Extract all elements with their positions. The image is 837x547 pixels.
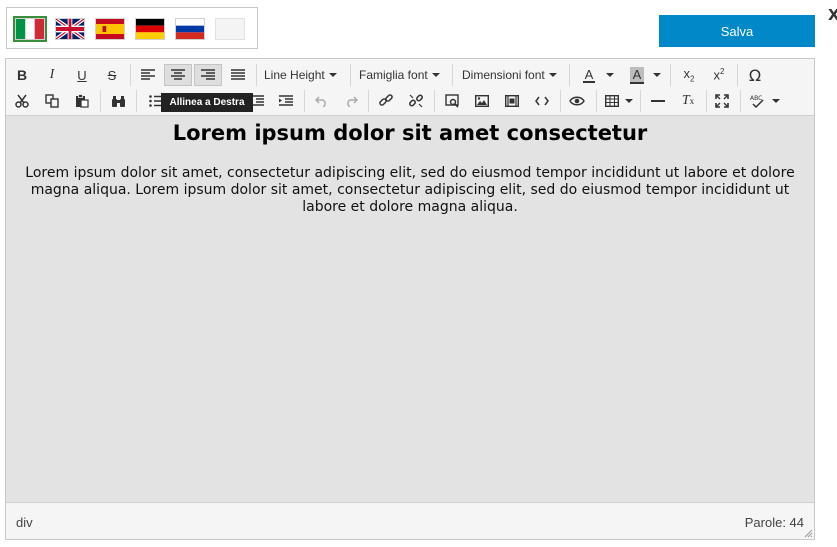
toolbar-row-1: B I U S Line Height Famiglia font Dimens… xyxy=(6,62,814,88)
horizontal-line-icon xyxy=(651,100,665,102)
redo-icon xyxy=(346,95,358,107)
preview-button[interactable] xyxy=(564,90,590,112)
insert-video-button[interactable] xyxy=(500,90,524,112)
fullscreen-icon xyxy=(715,94,729,108)
align-left-button[interactable] xyxy=(136,64,160,86)
table-icon xyxy=(605,95,619,107)
font-color-icon: A xyxy=(582,66,596,83)
find-replace-button[interactable] xyxy=(106,90,130,112)
underline-button[interactable]: U xyxy=(70,64,94,86)
insert-table-button[interactable] xyxy=(601,90,623,112)
flag-germany-icon[interactable] xyxy=(135,18,165,40)
chevron-down-icon xyxy=(431,73,440,77)
save-button[interactable]: Salva xyxy=(659,15,815,47)
superscript-button[interactable]: x2 xyxy=(706,64,732,86)
image-icon xyxy=(475,95,489,107)
resize-handle-icon[interactable] xyxy=(804,529,813,538)
font-family-label: Famiglia font xyxy=(359,68,428,82)
align-justify-button[interactable] xyxy=(226,64,250,86)
language-selector xyxy=(6,7,258,49)
line-height-label: Line Height xyxy=(264,68,325,82)
flag-empty-icon[interactable] xyxy=(215,18,245,40)
italic-icon: I xyxy=(49,67,55,82)
code-icon xyxy=(535,96,549,106)
element-path[interactable]: div xyxy=(16,515,33,530)
editor-toolbar: B I U S Line Height Famiglia font Dimens… xyxy=(6,59,814,116)
eye-icon xyxy=(569,96,585,106)
spellcheck-dropdown-icon[interactable] xyxy=(772,99,780,103)
flag-uk-icon[interactable] xyxy=(55,18,85,40)
rich-text-editor: B I U S Line Height Famiglia font Dimens… xyxy=(5,58,815,540)
underline-icon: U xyxy=(77,67,87,83)
link-icon xyxy=(379,94,393,106)
align-center-icon xyxy=(171,69,185,80)
superscript-icon: x2 xyxy=(713,67,725,83)
chevron-down-icon xyxy=(548,73,557,77)
editor-content[interactable]: Lorem ipsum dolor sit amet consectetur L… xyxy=(6,117,814,501)
content-heading: Lorem ipsum dolor sit amet consectetur xyxy=(172,121,648,145)
content-paragraph: Lorem ipsum dolor sit amet, consectetur … xyxy=(25,165,795,215)
scissors-icon xyxy=(15,94,29,108)
word-count: Parole: 44 xyxy=(744,515,804,530)
special-characters-button[interactable]: Ω xyxy=(742,64,768,86)
indent-button[interactable] xyxy=(274,90,298,112)
spellcheck-icon: ABC xyxy=(750,95,764,108)
flag-russia-icon[interactable] xyxy=(175,18,205,40)
spellcheck-button[interactable]: ABC xyxy=(746,90,770,112)
unlink-icon xyxy=(409,94,423,108)
align-right-button[interactable] xyxy=(194,64,222,86)
clear-formatting-button[interactable]: Tx xyxy=(676,90,700,112)
font-color-button[interactable]: A xyxy=(578,64,600,86)
tooltip: Allinea a Destra xyxy=(161,93,253,112)
flag-italy-icon[interactable] xyxy=(13,16,47,42)
omega-icon: Ω xyxy=(748,65,762,85)
insert-image-button[interactable] xyxy=(470,90,494,112)
font-size-label: Dimensioni font xyxy=(462,68,545,82)
font-color-dropdown-icon[interactable] xyxy=(606,73,614,77)
svg-text:ABC: ABC xyxy=(750,95,762,102)
line-height-dropdown[interactable]: Line Height xyxy=(264,64,337,86)
horizontal-line-button[interactable] xyxy=(646,90,670,112)
indent-icon xyxy=(279,95,293,106)
flag-spain-icon[interactable] xyxy=(95,18,125,40)
toolbar-row-2: Tx ABC xyxy=(6,88,814,114)
align-justify-icon xyxy=(231,69,245,80)
background-color-icon: A xyxy=(629,66,645,84)
background-color-button[interactable]: A xyxy=(626,64,648,86)
paste-icon xyxy=(76,94,89,108)
file-browser-button[interactable] xyxy=(440,90,464,112)
bold-button[interactable]: B xyxy=(10,64,34,86)
bold-icon: B xyxy=(16,67,28,83)
fullscreen-button[interactable] xyxy=(710,90,734,112)
font-family-dropdown[interactable]: Famiglia font xyxy=(359,64,440,86)
strikethrough-button[interactable]: S xyxy=(100,64,124,86)
chevron-down-icon xyxy=(328,73,337,77)
clear-formatting-icon: Tx xyxy=(681,93,695,108)
editor-statusbar: div Parole: 44 xyxy=(6,502,814,539)
close-button[interactable]: X xyxy=(828,6,837,24)
film-icon xyxy=(505,95,519,107)
font-size-dropdown[interactable]: Dimensioni font xyxy=(462,64,557,86)
copy-button[interactable] xyxy=(40,90,64,112)
undo-icon xyxy=(314,95,326,107)
redo-button[interactable] xyxy=(340,90,362,112)
subscript-icon: x2 xyxy=(683,66,695,84)
cut-button[interactable] xyxy=(10,90,34,112)
align-right-icon xyxy=(201,69,215,80)
italic-button[interactable]: I xyxy=(40,64,64,86)
undo-button[interactable] xyxy=(310,90,332,112)
copy-icon xyxy=(45,94,59,108)
source-code-button[interactable] xyxy=(530,90,554,112)
paste-button[interactable] xyxy=(70,90,94,112)
align-left-icon xyxy=(141,69,155,80)
background-color-dropdown-icon[interactable] xyxy=(653,73,661,77)
binoculars-icon xyxy=(111,95,125,107)
align-center-button[interactable] xyxy=(164,64,192,86)
subscript-button[interactable]: x2 xyxy=(676,64,702,86)
insert-link-button[interactable] xyxy=(374,90,398,112)
table-dropdown-icon[interactable] xyxy=(625,99,633,103)
remove-link-button[interactable] xyxy=(404,90,428,112)
search-image-icon xyxy=(445,94,459,108)
strikethrough-icon: S xyxy=(107,67,117,83)
